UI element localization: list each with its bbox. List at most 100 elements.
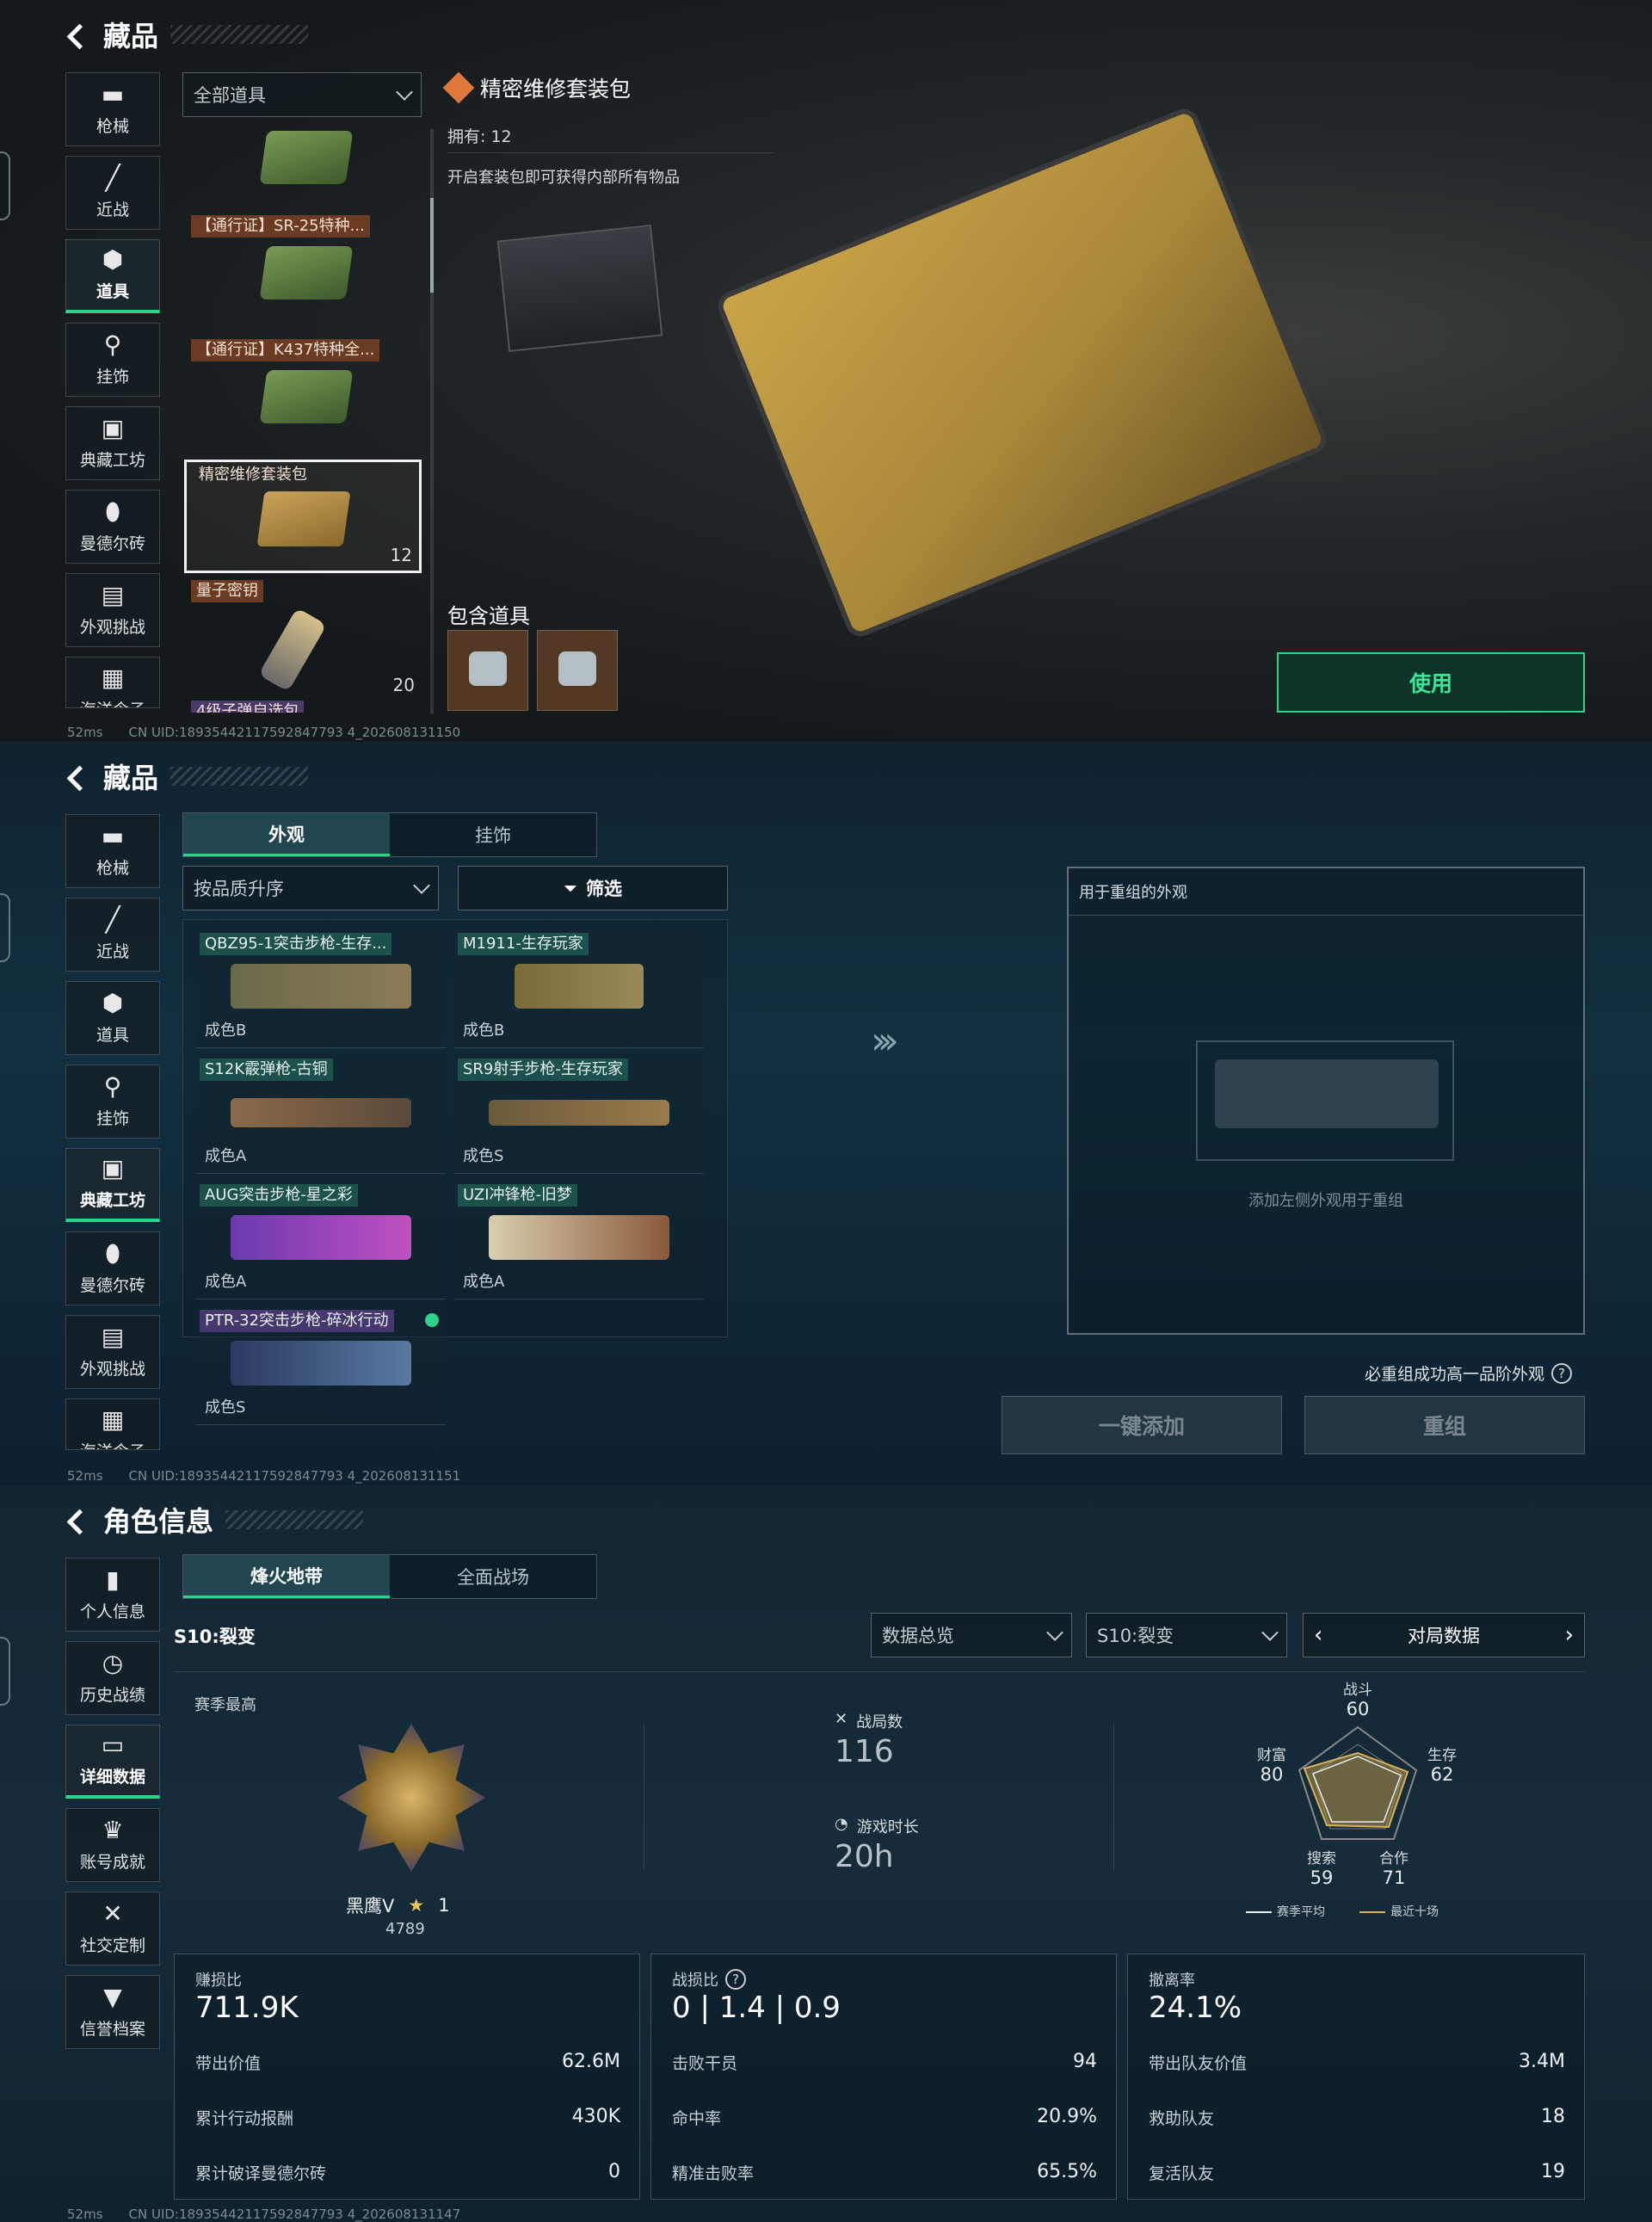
skin-grade: 成色S <box>463 1147 504 1165</box>
sidebar-item-profile[interactable]: ▮ 个人信息 <box>65 1558 160 1632</box>
back-arrow-icon[interactable] <box>67 21 91 48</box>
stat-value: 3.4M <box>1519 2051 1565 2072</box>
item-detail: 精密维修套装包 拥有: 12 开启套装包即可获得内部所有物品 <box>442 71 792 188</box>
list-item-selected[interactable]: 精密维修套装包 12 <box>184 460 422 573</box>
skin-card[interactable]: S12K霰弹枪-古铜 成色A <box>196 1055 446 1174</box>
stat-card-kd: 战损比? 0 | 1.4 | 0.9 击败干员 94 命中率 20.9% 精准击败率… <box>650 1954 1117 2200</box>
contained-item-slot[interactable] <box>447 630 528 711</box>
tab-charms[interactable]: 挂饰 <box>390 813 596 856</box>
stat-value: 62.6M <box>562 2051 620 2072</box>
sidebar-item-brick[interactable]: ⬮ 曼德尔砖 <box>65 1231 160 1305</box>
quick-add-button[interactable]: 一键添加 <box>1002 1396 1282 1454</box>
matches-label: ✕ 战局数 <box>835 1710 903 1732</box>
sidebar-item-workshop[interactable]: ▣ 典藏工坊 <box>65 1148 160 1222</box>
filter-button[interactable]: ⏷ 筛选 <box>458 866 728 910</box>
gun-image <box>489 1215 669 1260</box>
side-tab-handle[interactable] <box>0 893 10 962</box>
rank-stars: 1 <box>438 1895 450 1916</box>
data-view-dropdown[interactable]: 数据总览 <box>871 1613 1072 1657</box>
skin-card[interactable]: AUG突击步枪-星之彩 成色A <box>196 1181 446 1299</box>
toolkit-box-image <box>713 104 1331 641</box>
stat-row: 累计破译曼德尔砖 0 <box>195 2161 620 2184</box>
contained-item-slot[interactable] <box>537 630 618 711</box>
chevron-right-icon[interactable]: › <box>1565 1622 1574 1648</box>
radar-value: 80 <box>1260 1764 1284 1785</box>
header-stripes <box>225 1510 364 1529</box>
owned-count: 拥有: 12 <box>447 124 774 153</box>
sidebar-item-melee[interactable]: ╱ 近战 <box>65 898 160 972</box>
match-data-switcher[interactable]: ‹ 对局数据 › <box>1303 1613 1585 1657</box>
item-filter-dropdown[interactable]: 全部道具 <box>182 72 422 117</box>
sidebar-label: 外观挑战 <box>79 1359 145 1379</box>
recombine-frame: 用于重组的外观 添加左侧外观用于重组 <box>1067 867 1585 1335</box>
add-slot[interactable] <box>1196 1040 1454 1161</box>
chevron-left-icon[interactable]: ‹ <box>1314 1622 1322 1648</box>
character-info-panel: 角色信息 ▮ 个人信息 ◷ 历史战绩 ▭ 详细数据 ♛ 账号成就 ✕ 社交定制 ▼ 信誉档案… <box>0 1485 1652 2222</box>
sidebar-item-props[interactable]: ⬢ 道具 <box>65 981 160 1055</box>
matches-value: 116 <box>835 1734 894 1769</box>
radar-label: 合作 <box>1379 1850 1409 1867</box>
rank-name: 黑鹰V <box>346 1896 395 1916</box>
list-item[interactable]: 量子密钥 20 <box>184 580 422 701</box>
stat-card-extract: 撤离率 24.1% 带出队友价值 3.4M 救助队友 18 复活队友 19 <box>1127 1954 1585 2200</box>
skin-card[interactable]: QBZ95-1突击步枪-生存... 成色B <box>196 929 446 1048</box>
dropdown-value: 全部道具 <box>194 85 266 106</box>
back-arrow-icon[interactable] <box>67 1506 91 1534</box>
stat-label: 命中率 <box>672 2109 722 2128</box>
sidebar-item-charms[interactable]: ⚲ 挂饰 <box>65 323 160 397</box>
sidebar-item-challenge[interactable]: ▤ 外观挑战 <box>65 573 160 647</box>
help-icon[interactable]: ? <box>725 1969 746 1990</box>
stat-row: 复活队友 19 <box>1149 2161 1565 2184</box>
detail-name: 精密维修套装包 <box>480 77 632 102</box>
playtime-value: 20h <box>835 1839 894 1874</box>
use-button[interactable]: 使用 <box>1277 652 1585 713</box>
side-tab-handle[interactable] <box>0 1637 10 1706</box>
sidebar-item-social[interactable]: ✕ 社交定制 <box>65 1892 160 1966</box>
sidebar-label: 曼德尔砖 <box>79 1275 145 1295</box>
sidebar-label: 历史战绩 <box>79 1685 145 1705</box>
sidebar-label: 近战 <box>96 200 129 219</box>
back-arrow-icon[interactable] <box>67 762 91 790</box>
sidebar-item-guns[interactable]: ▬ 枪械 <box>65 72 160 146</box>
tab-full-battle[interactable]: 全面战场 <box>390 1555 596 1598</box>
sidebar-item-guns[interactable]: ▬ 枪械 <box>65 814 160 888</box>
side-tab-handle[interactable] <box>0 151 10 220</box>
sidebar-item-achievements[interactable]: ♛ 账号成就 <box>65 1808 160 1882</box>
skin-card[interactable]: PTR-32突击步枪-碎冰行动 成色S <box>196 1306 446 1425</box>
sidebar-item-history[interactable]: ◷ 历史战绩 <box>65 1641 160 1715</box>
contains-label: 包含道具 <box>447 604 530 628</box>
sidebar-item-melee[interactable]: ╱ 近战 <box>65 156 160 230</box>
sidebar-item-workshop[interactable]: ▣ 典藏工坊 <box>65 406 160 480</box>
scroll-thumb[interactable] <box>430 198 434 293</box>
skin-card[interactable]: M1911-生存玩家 成色B <box>454 929 704 1048</box>
sidebar-item-details[interactable]: ▭ 详细数据 <box>65 1725 160 1799</box>
sidebar-item-credit[interactable]: ▼ 信誉档案 <box>65 1975 160 2049</box>
help-icon[interactable]: ? <box>1551 1362 1573 1384</box>
gun-image <box>231 964 411 1009</box>
season-dropdown[interactable]: S10:裂变 <box>1086 1613 1287 1657</box>
list-item[interactable]: 【通行证】K437特种全... <box>184 339 422 460</box>
tab-warzone[interactable]: 烽火地带 <box>183 1555 390 1598</box>
sidebar-item-brick[interactable]: ⬮ 曼德尔砖 <box>65 490 160 564</box>
sidebar-item-challenge[interactable]: ▤ 外观挑战 <box>65 1315 160 1389</box>
stat-label: 累计破译曼德尔砖 <box>195 2164 327 2183</box>
sidebar-item-token[interactable]: ▦ 海洋令子 <box>65 657 160 708</box>
recombine-button[interactable]: 重组 <box>1304 1396 1585 1454</box>
skin-name: PTR-32突击步枪-碎冰行动 <box>200 1310 394 1332</box>
skin-card[interactable]: SR9射手步枪-生存玩家 成色S <box>454 1055 704 1174</box>
sidebar: ▮ 个人信息 ◷ 历史战绩 ▭ 详细数据 ♛ 账号成就 ✕ 社交定制 ▼ 信誉档案 <box>65 1558 162 2058</box>
list-item[interactable]: 【通行证】SR-25特种... <box>184 215 422 336</box>
item-thumbnail <box>259 131 354 184</box>
sidebar-label: 外观挑战 <box>79 617 145 637</box>
knife-icon: ╱ <box>105 163 120 192</box>
list-item[interactable]: 4级子弹自选包 <box>184 701 422 713</box>
tab-appearance[interactable]: 外观 <box>183 813 390 856</box>
card-label: 撤离率 <box>1149 1972 1195 1990</box>
skin-card[interactable]: UZI冲锋枪-旧梦 成色A <box>454 1181 704 1299</box>
sidebar-item-charms[interactable]: ⚲ 挂饰 <box>65 1065 160 1139</box>
sidebar-item-props[interactable]: ⬢ 道具 <box>65 239 160 313</box>
sort-dropdown[interactable]: 按品质升序 <box>182 866 439 910</box>
new-indicator-dot <box>425 1313 439 1327</box>
sidebar-item-token[interactable]: ▦ 海洋令子 <box>65 1398 160 1450</box>
uid-text: CN UID:18935442117592847793 4_2026081311… <box>128 2207 461 2222</box>
